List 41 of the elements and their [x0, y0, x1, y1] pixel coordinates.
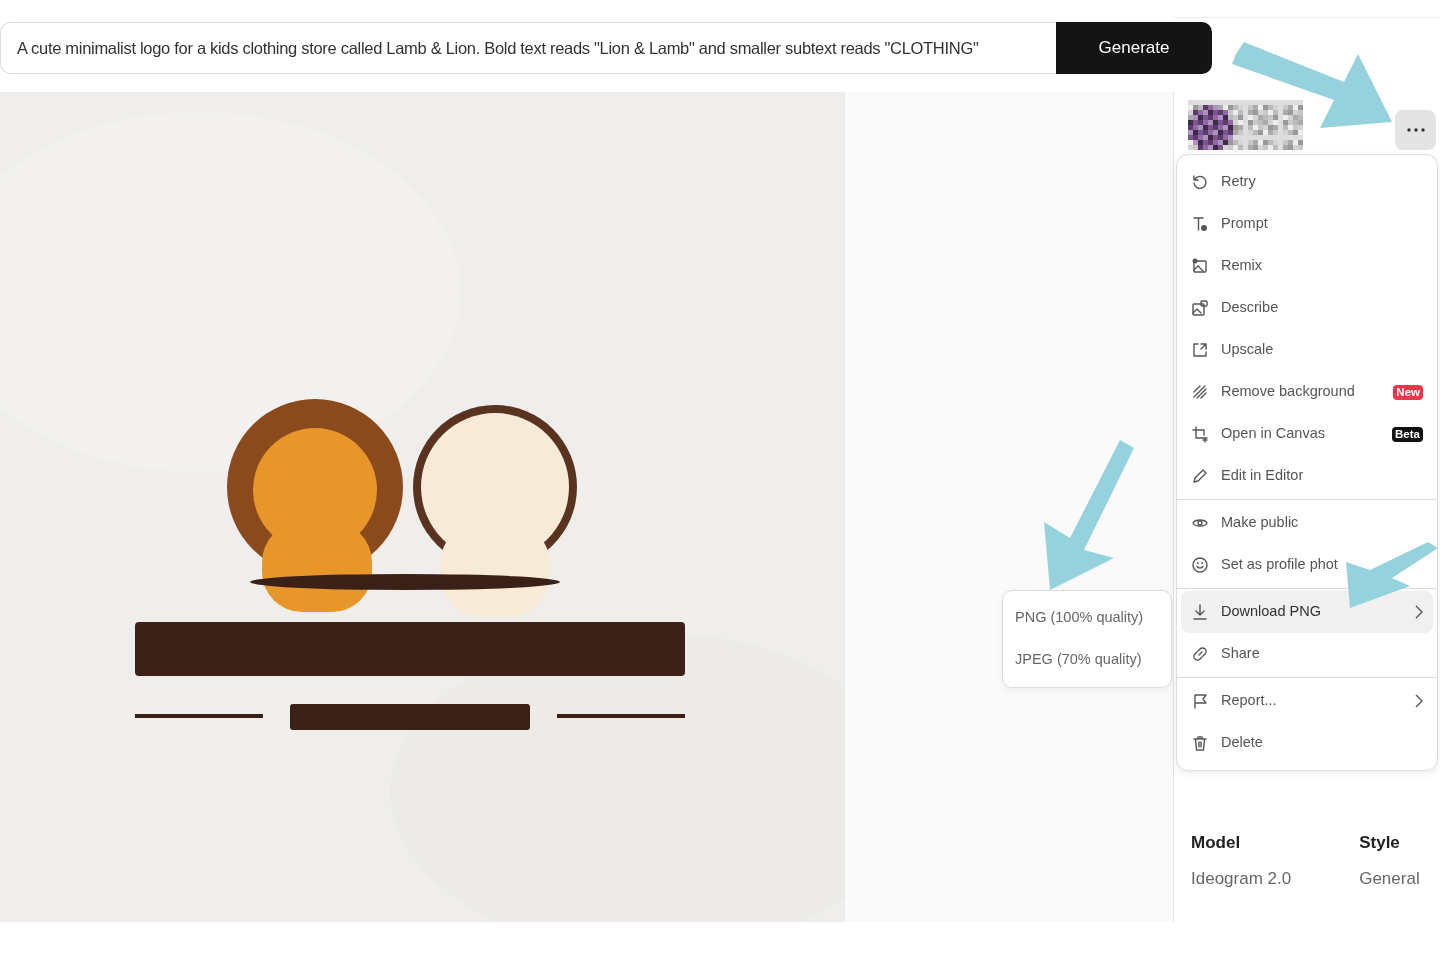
submenu-item[interactable]: JPEG (70% quality): [1003, 638, 1171, 681]
trash-icon: [1191, 734, 1209, 752]
pencil-icon: [1191, 467, 1209, 485]
more-icon: [1406, 128, 1425, 132]
smiley-icon: [1191, 556, 1209, 574]
menu-item[interactable]: Report...: [1181, 680, 1433, 722]
menu-item[interactable]: Make public: [1181, 502, 1433, 544]
detail-value: General: [1359, 867, 1420, 890]
crop-icon: [1191, 425, 1209, 443]
generate-button[interactable]: Generate: [1056, 22, 1212, 74]
menu-item[interactable]: Download PNG: [1181, 591, 1433, 633]
menu-item[interactable]: Edit in Editor: [1181, 455, 1433, 497]
menu-item[interactable]: Retry: [1181, 161, 1433, 203]
menu-badge: Beta: [1392, 426, 1423, 442]
menu-item[interactable]: Prompt: [1181, 203, 1433, 245]
download-icon: [1191, 603, 1209, 621]
menu-item[interactable]: Share: [1181, 633, 1433, 675]
menu-item[interactable]: Set as profile phot: [1181, 544, 1433, 586]
menu-item[interactable]: Describe: [1181, 287, 1433, 329]
more-button[interactable]: [1395, 110, 1436, 150]
menu-item[interactable]: Open in Canvas Beta: [1181, 413, 1433, 455]
hatch-icon: [1191, 383, 1209, 401]
image-icon: [1191, 257, 1209, 275]
submenu-item[interactable]: PNG (100% quality): [1003, 597, 1171, 639]
prompt-field[interactable]: A cute minimalist logo for a kids clothing store called Lamb & Lion. Bold text reads "Lion & Lamb" and smaller subtext reads "CLOTHING": [0, 22, 1056, 74]
detail-value: Ideogram 2.0: [1191, 867, 1292, 890]
link-icon: [1191, 645, 1209, 663]
expand-icon: [1191, 341, 1209, 359]
menu-item[interactable]: Remove background New: [1181, 371, 1433, 413]
menu-item[interactable]: Delete: [1181, 722, 1433, 764]
menu-item[interactable]: Remix: [1181, 245, 1433, 287]
chevron-right-icon: [1415, 694, 1423, 708]
flag-icon: [1191, 692, 1209, 710]
image-icon: [1191, 299, 1209, 317]
chevron-right-icon: [1415, 605, 1423, 619]
menu-item[interactable]: Upscale: [1181, 329, 1433, 371]
detail-label: Model: [1191, 832, 1242, 854]
retry-icon: [1191, 173, 1209, 191]
detail-label: Style: [1359, 832, 1401, 854]
text-icon: [1191, 215, 1209, 233]
menu-badge: New: [1393, 384, 1423, 400]
